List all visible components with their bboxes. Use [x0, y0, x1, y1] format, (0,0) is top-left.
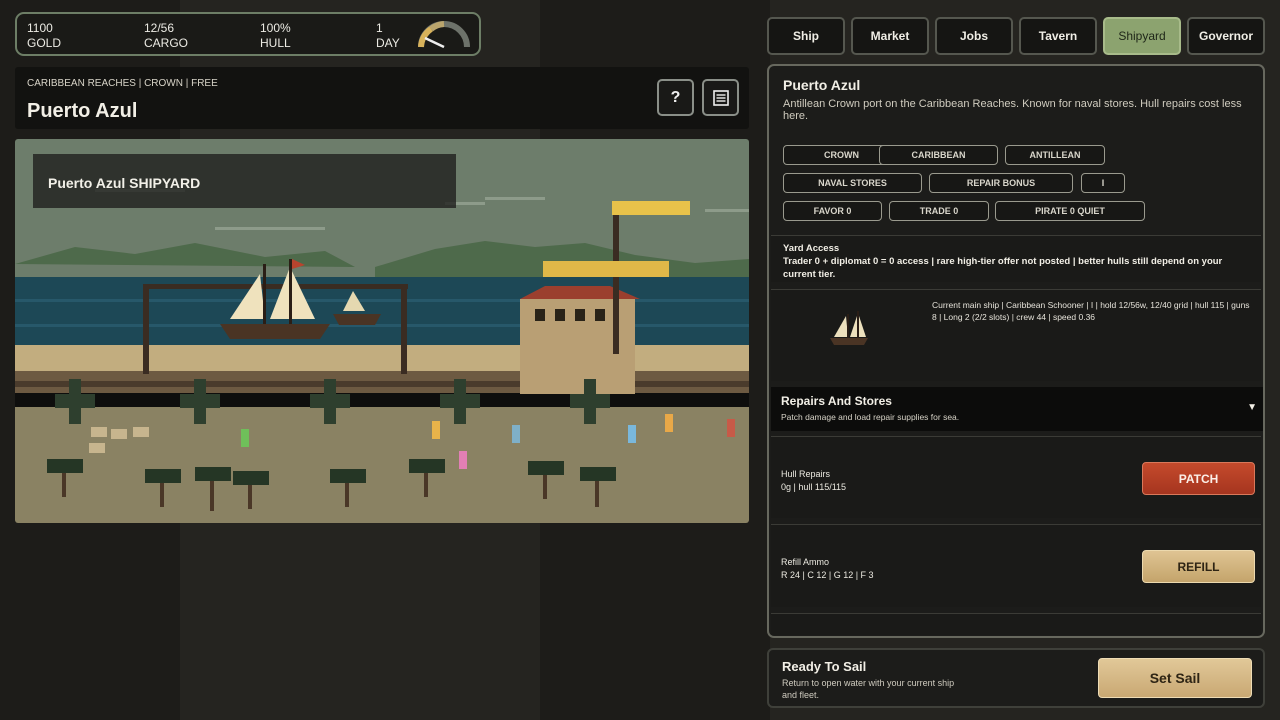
stat-day-label: DAY: [376, 36, 400, 50]
tab-tavern[interactable]: Tavern: [1019, 17, 1097, 55]
yard-access-title: Yard Access: [783, 243, 840, 254]
chip-pirate: PIRATE 0 QUIET: [995, 201, 1145, 221]
speed-gauge-icon: [418, 21, 470, 49]
stat-cargo-label: CARGO: [144, 36, 189, 50]
refill-button[interactable]: REFILL: [1142, 550, 1255, 583]
stat-gold-value: 1100: [27, 21, 53, 35]
chip-antillean: ANTILLEAN: [1005, 145, 1105, 165]
set-sail-button[interactable]: Set Sail: [1098, 658, 1252, 698]
chip-tier: I: [1081, 173, 1125, 193]
stat-day-value: 1: [376, 21, 383, 35]
ready-to-sail-panel: Ready To Sail Return to open water with …: [767, 648, 1265, 708]
current-ship-info: Current main ship | Caribbean Schooner |…: [932, 300, 1250, 322]
repairs-header[interactable]: Repairs And Stores Patch damage and load…: [771, 387, 1263, 431]
yard-access-section: Yard Access Trader 0 + diplomat 0 = 0 ac…: [771, 235, 1261, 282]
repairs-title: Repairs And Stores: [781, 394, 892, 408]
stat-cargo: 12/56 CARGO: [144, 21, 188, 51]
chip-trade: TRADE 0: [889, 201, 989, 221]
help-icon: ?: [670, 88, 681, 106]
stat-day: 1 DAY: [376, 21, 400, 51]
refill-ammo-row: Refill Ammo R 24 | C 12 | G 12 | F 3 REF…: [771, 524, 1261, 607]
stat-hull: 100% HULL: [260, 21, 291, 51]
panel-title: Puerto Azul: [783, 77, 861, 93]
stat-gold-label: GOLD: [27, 36, 62, 50]
tab-jobs[interactable]: Jobs: [935, 17, 1013, 55]
ship-icon: [830, 311, 868, 345]
tab-market[interactable]: Market: [851, 17, 929, 55]
shipyard-panel: Puerto Azul Antillean Crown port on the …: [767, 64, 1265, 638]
panel-description: Antillean Crown port on the Caribbean Re…: [783, 98, 1242, 122]
sail-title: Ready To Sail: [782, 659, 867, 674]
tab-ship[interactable]: Ship: [767, 17, 845, 55]
repairs-subtitle: Patch damage and load repair supplies fo…: [781, 412, 960, 422]
port-region: CARIBBEAN REACHES | CROWN | FREE: [27, 78, 218, 89]
hull-repairs-label: Hull Repairs: [781, 469, 831, 479]
repairs-bar: Repairs And Stores Patch damage and load…: [771, 387, 1263, 431]
stats-bar: 1100 GOLD 12/56 CARGO 100% HULL 1 DAY: [15, 12, 481, 56]
stat-gold: 1100 GOLD: [27, 21, 61, 51]
refill-ammo-label: Refill Ammo: [781, 557, 830, 567]
panel-footer-row: [771, 613, 1261, 635]
yard-access-text: Trader 0 + diplomat 0 = 0 access | rare …: [783, 256, 1223, 280]
scene-title: Puerto Azul SHIPYARD: [48, 175, 201, 191]
chip-naval-stores: NAVAL STORES: [783, 173, 922, 193]
port-header: CARIBBEAN REACHES | CROWN | FREE Puerto …: [15, 67, 749, 129]
hull-repairs-row: Hull Repairs 0g | hull 115/115 PATCH: [771, 436, 1261, 518]
stat-hull-label: HULL: [260, 36, 291, 50]
chevron-down-icon[interactable]: ▼: [1247, 402, 1257, 413]
chip-favor: FAVOR 0: [783, 201, 882, 221]
hull-repairs-detail: 0g | hull 115/115: [781, 482, 847, 492]
shipyard-scene: Puerto Azul SHIPYARD: [15, 139, 749, 523]
chip-repair-bonus: REPAIR BONUS: [929, 173, 1073, 193]
help-button[interactable]: ?: [657, 79, 694, 116]
menu-button[interactable]: [702, 79, 739, 116]
stat-hull-value: 100%: [260, 21, 291, 35]
current-ship-section: Current main ship | Caribbean Schooner |…: [771, 289, 1261, 381]
stat-cargo-value: 12/56: [144, 21, 175, 35]
chip-caribbean: CARIBBEAN: [879, 145, 998, 165]
patch-button[interactable]: PATCH: [1142, 462, 1255, 495]
scene-label: Puerto Azul SHIPYARD: [33, 154, 456, 208]
list-icon: [712, 89, 729, 106]
tab-governor[interactable]: Governor: [1187, 17, 1265, 55]
sail-description: Return to open water with your current s…: [782, 678, 955, 700]
refill-ammo-detail: R 24 | C 12 | G 12 | F 3: [781, 570, 874, 580]
tab-shipyard[interactable]: Shipyard: [1103, 17, 1181, 55]
port-title: Puerto Azul: [27, 100, 138, 122]
